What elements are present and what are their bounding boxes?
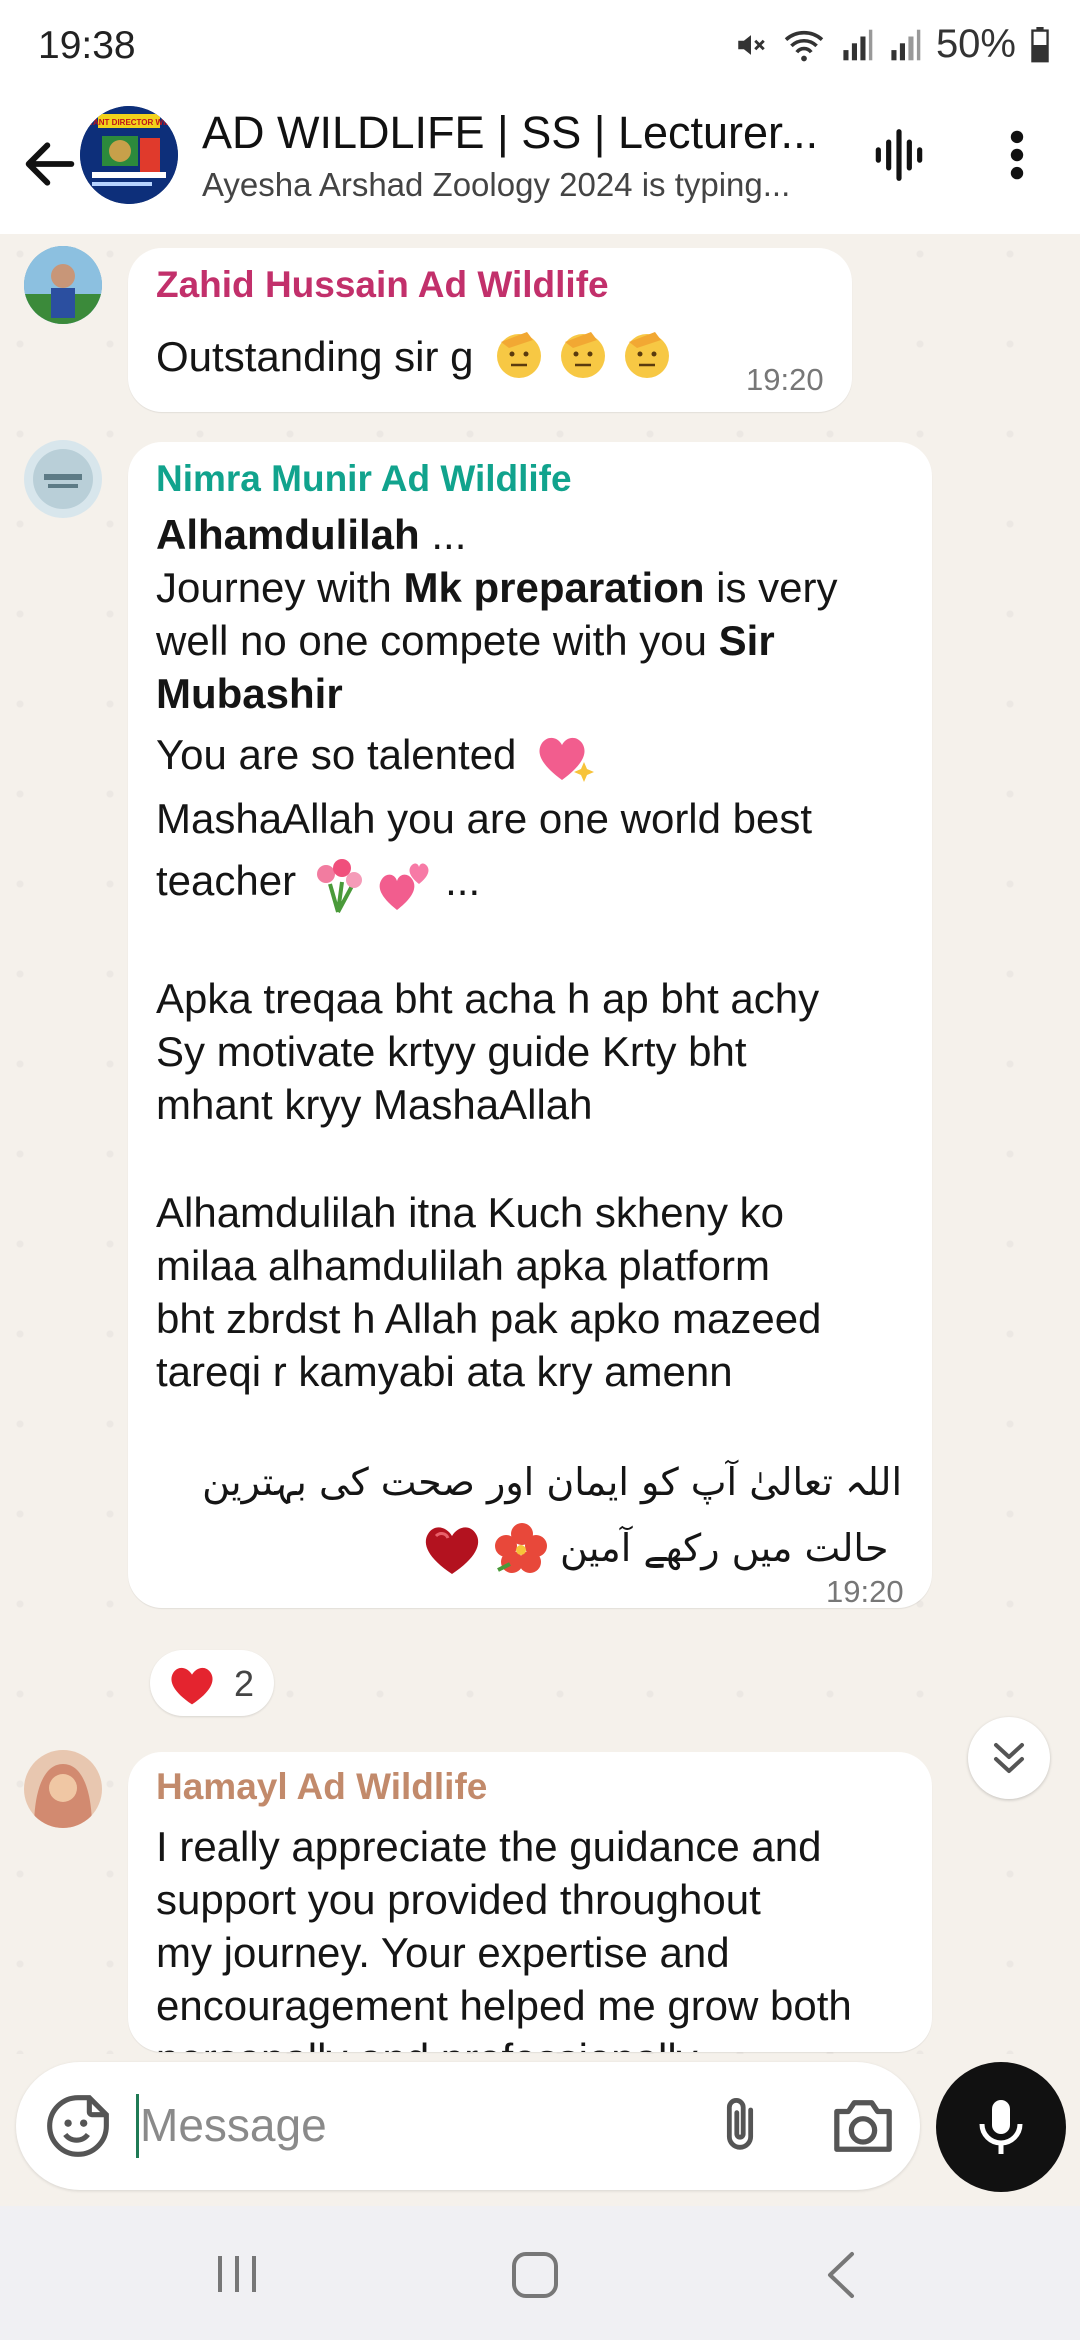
saluting-face-emoji	[491, 326, 687, 394]
message-line: You are so talented	[156, 728, 596, 786]
urdu-line-row: حالت میں رکھے آمین	[420, 1520, 888, 1576]
message-line-text: well no one compete with you	[156, 617, 719, 664]
voice-chat-icon[interactable]	[868, 124, 930, 186]
message-line: Journey with Mk preparation is very	[156, 561, 838, 614]
message-line: tareqi r kamyabi ata kry amenn	[156, 1348, 733, 1395]
bold-text: Sir	[718, 617, 775, 664]
system-navigation-bar	[0, 2206, 1080, 2340]
reaction-count: 2	[234, 1663, 255, 1704]
message-line: Sy motivate krtyy guide Krty bht	[156, 1028, 747, 1075]
paperclip-icon[interactable]	[708, 2092, 772, 2160]
group-avatar[interactable]: ASSISTANT DIRECTOR WILDLIFE	[80, 106, 178, 204]
avatar-nimra[interactable]	[24, 440, 102, 518]
recent-apps-icon[interactable]	[212, 2252, 262, 2296]
voice-record-button[interactable]	[936, 2062, 1066, 2192]
message-line: support you provided throughout	[156, 1876, 761, 1923]
urdu-line: حالت میں رکھے آمین	[560, 1525, 889, 1570]
message-text-content: Outstanding sir g	[156, 333, 474, 381]
signal-icon	[843, 29, 873, 60]
sticker-emoji-icon[interactable]	[44, 2092, 112, 2160]
two-hearts-emoji	[380, 863, 429, 910]
message-line: personally and professionally.	[156, 2032, 706, 2052]
bold-text: Mubashir	[156, 670, 343, 717]
message-line: Mubashir	[156, 667, 343, 720]
typing-status: Ayesha Arshad Zoology 2024 is typing...	[202, 166, 791, 203]
urdu-line: اللہ تعالیٰ آپ کو ایمان اور صحت کی بہتری…	[202, 1460, 902, 1504]
avatar-zahid[interactable]	[24, 246, 102, 324]
back-arrow-icon[interactable]	[18, 132, 82, 196]
wifi-icon	[784, 30, 824, 61]
text-caret	[136, 2094, 139, 2158]
bold-text: Alhamdulilah	[156, 511, 420, 558]
double-chevron-down-icon	[994, 1743, 1024, 1773]
message-line: MashaAllah you are one world best	[156, 795, 813, 842]
group-logo-text: ASSISTANT DIRECTOR WILDLIFE	[80, 118, 178, 127]
message-text: Outstanding sir g	[156, 326, 687, 394]
heart-reaction-icon	[171, 1667, 213, 1705]
sender-name[interactable]: Zahid Hussain Ad Wildlife	[156, 264, 609, 306]
mute-icon	[738, 34, 765, 55]
bouquet-emoji	[316, 859, 362, 913]
sender-name[interactable]: Hamayl Ad Wildlife	[156, 1766, 487, 1808]
message-time: 19:20	[826, 1574, 904, 1609]
microphone-icon	[979, 2100, 1023, 2154]
message-line: Apka treqaa bht acha h ap bht achy	[156, 975, 820, 1022]
message-line: my journey. Your expertise and	[156, 1929, 730, 1976]
message-line-text: ...	[419, 511, 467, 558]
message-line-text: is very	[704, 564, 838, 611]
message-line: I really appreciate the guidance and	[156, 1823, 822, 1870]
status-bar: 19:38 50%	[0, 0, 1080, 100]
bold-text: Mk preparation	[403, 564, 705, 611]
battery-icon	[1031, 26, 1049, 62]
sparkling-heart-emoji	[539, 737, 595, 782]
status-icons: 50%	[734, 22, 1050, 67]
message-line-text: Journey with	[156, 564, 404, 611]
more-options-icon[interactable]	[992, 124, 1042, 186]
hibiscus-emoji	[495, 1523, 547, 1573]
chat-title[interactable]: AD WILDLIFE | SS | Lecturer...	[202, 106, 842, 160]
reaction-pill[interactable]: 2	[150, 1650, 274, 1716]
nav-back-icon[interactable]	[820, 2250, 862, 2300]
message-line: Alhamdulilah ...	[156, 508, 466, 561]
scroll-to-bottom-button[interactable]	[968, 1717, 1050, 1799]
group-logo-image: ASSISTANT DIRECTOR WILDLIFE	[80, 106, 178, 204]
message-line: milaa alhamdulilah apka platform	[156, 1242, 770, 1289]
message-line: bht zbrdst h Allah pak apko mazeed	[156, 1295, 822, 1342]
avatar-hamayl[interactable]	[24, 1750, 102, 1828]
message-time: 19:20	[746, 362, 824, 397]
message-line: encouragement helped me grow both	[156, 1982, 852, 2029]
message-bubble[interactable]: Hamayl Ad Wildlife I really appreciate t…	[128, 1752, 932, 2052]
message-line: well no one compete with you Sir	[156, 614, 775, 667]
signal-icon	[891, 29, 921, 60]
message-line: teacher ...	[156, 854, 480, 914]
status-time: 19:38	[38, 24, 136, 67]
home-icon[interactable]	[510, 2250, 560, 2300]
message-line-text: You are so talented	[156, 731, 517, 778]
message-line: Alhamdulilah itna Kuch skheny ko	[156, 1189, 785, 1236]
sender-name[interactable]: Nimra Munir Ad Wildlife	[156, 458, 572, 500]
message-composer	[16, 2062, 920, 2190]
message-input[interactable]	[140, 2090, 700, 2160]
battery-percent: 50%	[935, 22, 1016, 66]
message-line: mhant kryy MashaAllah	[156, 1081, 593, 1128]
message-line-text: ...	[445, 857, 481, 905]
message-line-text: teacher	[156, 857, 297, 905]
camera-icon[interactable]	[828, 2094, 898, 2158]
red-heart-emoji	[425, 1527, 479, 1574]
